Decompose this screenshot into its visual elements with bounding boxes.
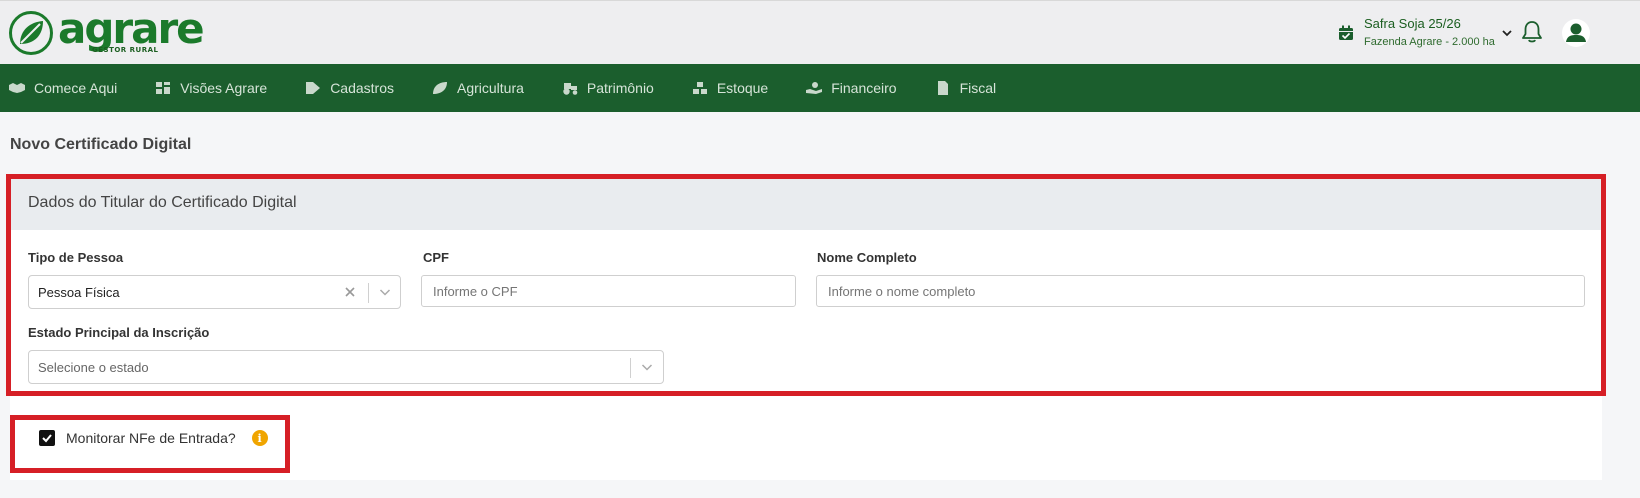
nav-comece-aqui[interactable]: Comece Aqui	[9, 80, 117, 96]
monitorar-nfe-row: Monitorar NFe de Entrada? i	[39, 430, 268, 446]
logo-wordmark: agrare	[58, 4, 205, 53]
nav-cadastros[interactable]: Cadastros	[305, 80, 394, 96]
tag-icon	[306, 82, 321, 94]
money-hand-icon	[806, 82, 823, 94]
dashboard-icon	[156, 82, 171, 94]
nav-label: Agricultura	[457, 80, 524, 96]
checkmark-icon	[42, 434, 52, 443]
farm-name: Fazenda Agrare - 2.000 ha	[1364, 36, 1495, 48]
agrare-logo[interactable]: agrare GESTOR RURAL	[8, 4, 205, 56]
chevron-down-icon[interactable]	[640, 360, 654, 374]
nav-label: Visões Agrare	[180, 80, 268, 96]
boxes-icon	[692, 82, 707, 94]
nome-completo-input[interactable]	[816, 275, 1585, 307]
safra-selector[interactable]: Safra Soja 25/26 Fazenda Agrare - 2.000 …	[1338, 15, 1513, 50]
page-title: Novo Certificado Digital	[10, 136, 192, 153]
nav-fiscal[interactable]: Fiscal	[935, 80, 997, 96]
nav-financeiro[interactable]: Financeiro	[806, 80, 897, 96]
nav-label: Fiscal	[959, 80, 997, 96]
leaf-logo-icon	[9, 11, 53, 55]
nav-label: Financeiro	[831, 80, 897, 96]
user-avatar-icon[interactable]	[1562, 19, 1590, 47]
tractor-icon	[563, 83, 578, 95]
top-header: agrare GESTOR RURAL Safra Soja 25/26 Faz…	[0, 0, 1640, 64]
cpf-label: CPF	[423, 250, 449, 265]
tipo-pessoa-label: Tipo de Pessoa	[28, 250, 124, 265]
safra-name: Safra Soja 25/26	[1364, 16, 1461, 31]
nav-label: Comece Aqui	[34, 80, 118, 96]
select-separator	[368, 283, 369, 303]
monitorar-nfe-checkbox[interactable]	[39, 430, 55, 446]
nav-label: Patrimônio	[586, 80, 654, 96]
tipo-pessoa-value: Pessoa Física	[38, 285, 120, 300]
nav-estoque[interactable]: Estoque	[692, 80, 768, 96]
section-header: Dados do Titular do Certificado Digital	[10, 178, 1602, 230]
cpf-input[interactable]	[421, 275, 796, 307]
estado-placeholder: Selecione o estado	[38, 360, 149, 375]
estado-label: Estado Principal da Inscrição	[28, 325, 210, 340]
section-title: Dados do Titular do Certificado Digital	[28, 194, 297, 211]
invoice-icon	[937, 81, 948, 95]
chevron-down-icon	[1502, 30, 1512, 37]
nome-completo-label: Nome Completo	[817, 250, 917, 265]
main-navigation: Comece Aqui Visões Agrare Cadastros Agri…	[0, 64, 1640, 112]
chevron-down-icon[interactable]	[378, 285, 392, 299]
leaf-icon	[433, 82, 447, 94]
bell-icon[interactable]	[1521, 20, 1543, 44]
clear-icon[interactable]	[343, 285, 357, 299]
tipo-pessoa-select[interactable]: Pessoa Física	[28, 275, 401, 309]
nav-label: Estoque	[716, 80, 769, 96]
estado-select[interactable]: Selecione o estado	[28, 350, 664, 384]
calendar-check-icon	[1339, 25, 1353, 40]
nav-agricultura[interactable]: Agricultura	[432, 80, 524, 96]
nav-patrimonio[interactable]: Patrimônio	[562, 80, 654, 96]
nav-visoes-agrare[interactable]: Visões Agrare	[155, 80, 267, 96]
handshake-icon	[9, 83, 25, 93]
info-icon[interactable]: i	[251, 430, 268, 446]
select-separator	[630, 358, 631, 378]
monitorar-nfe-label: Monitorar NFe de Entrada?	[66, 430, 236, 446]
nav-label: Cadastros	[330, 80, 394, 96]
